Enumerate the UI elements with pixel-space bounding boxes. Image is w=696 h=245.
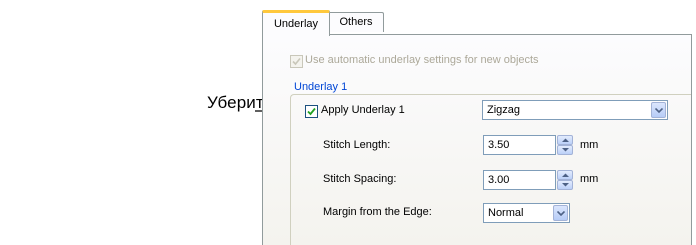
apply-underlay-checkbox[interactable]	[305, 105, 318, 118]
tab-others[interactable]: Others	[328, 12, 384, 32]
underlay-dialog: Underlay Others Use automatic underlay s…	[262, 10, 692, 245]
auto-underlay-label: Use automatic underlay settings for new …	[305, 54, 539, 66]
tab-underlay[interactable]: Underlay	[262, 10, 330, 36]
spin-down-icon	[562, 183, 569, 187]
group-title: Underlay 1	[292, 81, 350, 93]
tab-bar: Underlay Others	[262, 10, 692, 36]
stitch-spacing-up[interactable]	[557, 170, 573, 180]
margin-value: Normal	[488, 207, 524, 219]
stitch-length-down[interactable]	[557, 145, 573, 155]
stitch-length-value: 3.50	[488, 139, 510, 151]
chevron-down-icon	[655, 108, 663, 113]
stitch-spacing-label: Stitch Spacing:	[323, 173, 397, 185]
underlay-type-select[interactable]: Zigzag	[482, 100, 668, 120]
stitch-length-unit: mm	[580, 139, 599, 151]
auto-underlay-checkbox[interactable]	[290, 55, 303, 68]
stitch-spacing-down[interactable]	[557, 180, 573, 190]
checkmark-icon	[292, 57, 301, 66]
margin-dropdown-button[interactable]	[553, 205, 568, 221]
spin-up-icon	[562, 173, 569, 177]
apply-underlay-label: Apply Underlay 1	[321, 104, 405, 116]
underlay-type-value: Zigzag	[487, 104, 521, 116]
chevron-down-icon	[557, 211, 565, 216]
stitch-length-spinner[interactable]	[557, 135, 573, 155]
underlay-type-dropdown-button[interactable]	[651, 102, 666, 118]
spin-up-icon	[562, 138, 569, 142]
spin-down-icon	[562, 148, 569, 152]
stitch-length-up[interactable]	[557, 135, 573, 145]
margin-select[interactable]: Normal	[483, 203, 570, 223]
stitch-length-label: Stitch Length:	[323, 139, 391, 151]
stitch-spacing-input[interactable]: 3.00	[483, 170, 556, 190]
stitch-length-input[interactable]: 3.50	[483, 135, 556, 155]
checkmark-icon	[307, 107, 316, 116]
stitch-spacing-unit: mm	[580, 173, 599, 185]
margin-label: Margin from the Edge:	[323, 206, 432, 218]
stitch-spacing-spinner[interactable]	[557, 170, 573, 190]
stitch-spacing-value: 3.00	[488, 174, 510, 186]
